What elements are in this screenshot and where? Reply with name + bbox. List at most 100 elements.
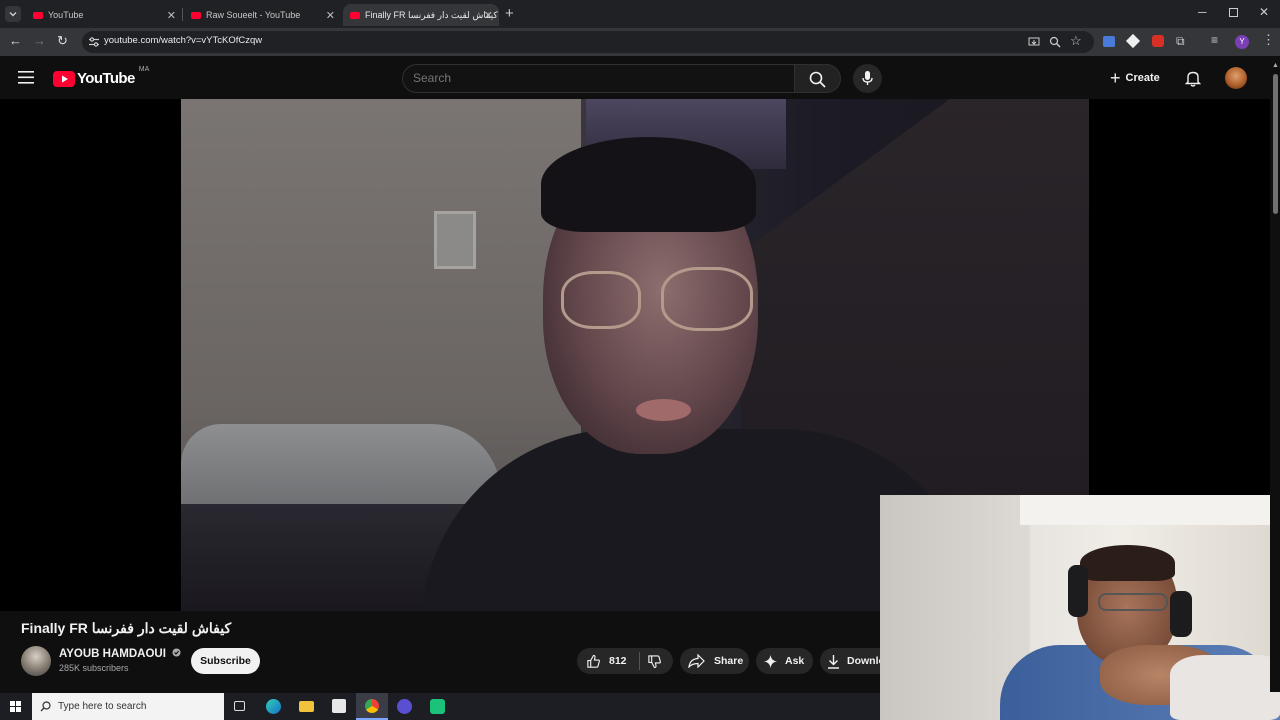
browser-tab-strip: YouTube ✕ Raw Soueelt - YouTube ✕ Finall…: [0, 0, 1280, 28]
page-scrollbar[interactable]: ▲: [1270, 62, 1280, 692]
forward-icon[interactable]: →: [33, 33, 46, 48]
browser-tab-youtube[interactable]: YouTube ✕: [0, 4, 182, 26]
video-person-glasses-right: [661, 267, 753, 331]
like-count: 812: [609, 655, 627, 667]
extension-red-icon[interactable]: [1152, 35, 1164, 47]
webcam-glasses: [1098, 593, 1168, 611]
notifications-bell-icon[interactable]: [1185, 70, 1201, 87]
share-button[interactable]: Share: [680, 648, 749, 674]
voice-search-button[interactable]: [853, 64, 882, 93]
install-app-icon[interactable]: [1028, 36, 1040, 48]
verified-badge-icon: [172, 648, 181, 657]
bookmark-star-icon[interactable]: ☆: [1070, 33, 1082, 49]
microphone-icon: [862, 71, 873, 85]
microsoft-store-icon[interactable]: [332, 699, 346, 713]
file-explorer-icon[interactable]: [299, 701, 314, 712]
webcam-overlay: [880, 495, 1280, 720]
dislike-button[interactable]: [640, 648, 662, 674]
like-button[interactable]: 812: [577, 648, 627, 674]
extensions-puzzle-icon[interactable]: ⧉: [1176, 34, 1185, 49]
chrome-icon: [365, 699, 379, 713]
webcam-person-hair: [1080, 545, 1175, 581]
ask-label: Ask: [785, 655, 805, 667]
youtube-play-logo-icon: [53, 70, 75, 87]
site-info-icon[interactable]: [88, 36, 100, 48]
translate-extension-icon[interactable]: [1103, 36, 1115, 47]
channel-avatar[interactable]: [21, 646, 51, 676]
restore-window-icon[interactable]: [1229, 8, 1238, 17]
scrollbar-thumb[interactable]: [1273, 74, 1278, 214]
close-window-icon[interactable]: ✕: [1259, 5, 1269, 19]
chrome-taskbar-button[interactable]: [356, 693, 388, 720]
ask-button[interactable]: Ask: [756, 648, 813, 674]
webcam-paper: [1170, 655, 1280, 720]
hamburger-menu-icon[interactable]: [18, 71, 34, 84]
video-title-prefix: Finally FR: [21, 620, 88, 636]
edge-browser-icon[interactable]: [266, 699, 281, 714]
video-title: Finally FR كيفاش لقيت دار ففرنسا: [21, 620, 231, 637]
youtube-favicon-icon: [33, 11, 43, 19]
video-scene-car: [181, 424, 501, 514]
tab-title: YouTube: [48, 10, 84, 20]
windows-start-icon[interactable]: [10, 701, 21, 712]
youtube-logo[interactable]: YouTube MA: [53, 66, 149, 87]
webcam-headphones: [1068, 565, 1088, 617]
address-bar[interactable]: youtube.com/watch?v=vYTcKOfCzqw ☆: [82, 31, 1094, 53]
video-person-glasses-left: [561, 271, 641, 329]
youtube-header: YouTube MA + Create: [0, 56, 1280, 99]
browser-tab-active-video[interactable]: Finally FR كيفاش لقيت دار ففرنسا ✕: [343, 4, 499, 26]
thumbs-up-icon: [587, 654, 600, 668]
search-button[interactable]: [795, 64, 841, 93]
windows-taskbar: Type here to search: [0, 693, 880, 720]
reading-list-icon[interactable]: ≡: [1211, 33, 1218, 47]
browser-tab-raw-soueelt[interactable]: Raw Soueelt - YouTube ✕: [158, 4, 341, 26]
subscriber-count: 285K subscribers: [59, 663, 129, 673]
webcam-ceiling: [1020, 495, 1280, 525]
region-code: MA: [138, 66, 150, 73]
youtube-wordmark: YouTube: [77, 70, 135, 87]
youtube-favicon-icon: [350, 11, 360, 19]
share-label: Share: [714, 655, 744, 667]
create-button[interactable]: + Create: [1104, 64, 1170, 92]
video-scene-window: [434, 211, 476, 269]
extension-diamond-icon[interactable]: [1125, 33, 1141, 49]
url-text: youtube.com/watch?v=vYTcKOfCzqw: [104, 35, 263, 46]
search-box[interactable]: [402, 64, 795, 93]
new-tab-icon[interactable]: +: [505, 5, 514, 22]
thumbs-down-icon: [647, 654, 661, 668]
scroll-up-arrow-icon[interactable]: ▲: [1272, 62, 1279, 69]
sparkle-icon: [764, 654, 777, 668]
tab-title: Finally FR كيفاش لقيت دار ففرنسا: [365, 9, 498, 20]
back-icon[interactable]: ←: [9, 33, 22, 48]
youtube-favicon-icon: [191, 11, 201, 19]
minimize-window-icon[interactable]: ─: [1198, 5, 1207, 19]
video-person-mouth: [636, 399, 691, 421]
video-title-arabic: كيفاش لقيت دار ففرنسا: [91, 620, 232, 636]
close-tab-icon[interactable]: ✕: [484, 9, 493, 22]
taskbar-search-box[interactable]: Type here to search: [32, 693, 224, 720]
video-person-hair: [541, 137, 756, 232]
taskbar-search-placeholder: Type here to search: [58, 701, 147, 712]
profile-avatar-icon[interactable]: Y: [1235, 35, 1249, 49]
zoom-icon[interactable]: [1049, 36, 1061, 48]
create-label: Create: [1125, 72, 1160, 84]
share-arrow-icon: [688, 654, 705, 668]
channel-name-link[interactable]: AYOUB HAMDAOUI: [59, 648, 181, 660]
taskbar-search-icon: [40, 701, 51, 712]
channel-name: AYOUB HAMDAOUI: [59, 648, 166, 660]
browser-menu-icon[interactable]: ⋮: [1262, 32, 1275, 48]
task-view-icon[interactable]: [234, 701, 245, 711]
subscribe-button[interactable]: Subscribe: [191, 648, 260, 674]
webcam-headphones-right: [1170, 591, 1192, 637]
close-tab-icon[interactable]: ✕: [326, 9, 335, 22]
obs-recorder-icon[interactable]: [397, 699, 412, 714]
tab-title: Raw Soueelt - YouTube: [206, 10, 301, 20]
reload-icon[interactable]: ↻: [57, 33, 68, 49]
account-avatar[interactable]: [1225, 67, 1247, 89]
search-input[interactable]: [413, 71, 783, 85]
browser-toolbar: ← → ↻ youtube.com/watch?v=vYTcKOfCzqw ☆ …: [0, 28, 1280, 56]
search-icon: [809, 71, 826, 88]
plus-icon: +: [1110, 68, 1121, 88]
download-icon: [828, 654, 839, 669]
android-app-icon[interactable]: [430, 699, 445, 714]
